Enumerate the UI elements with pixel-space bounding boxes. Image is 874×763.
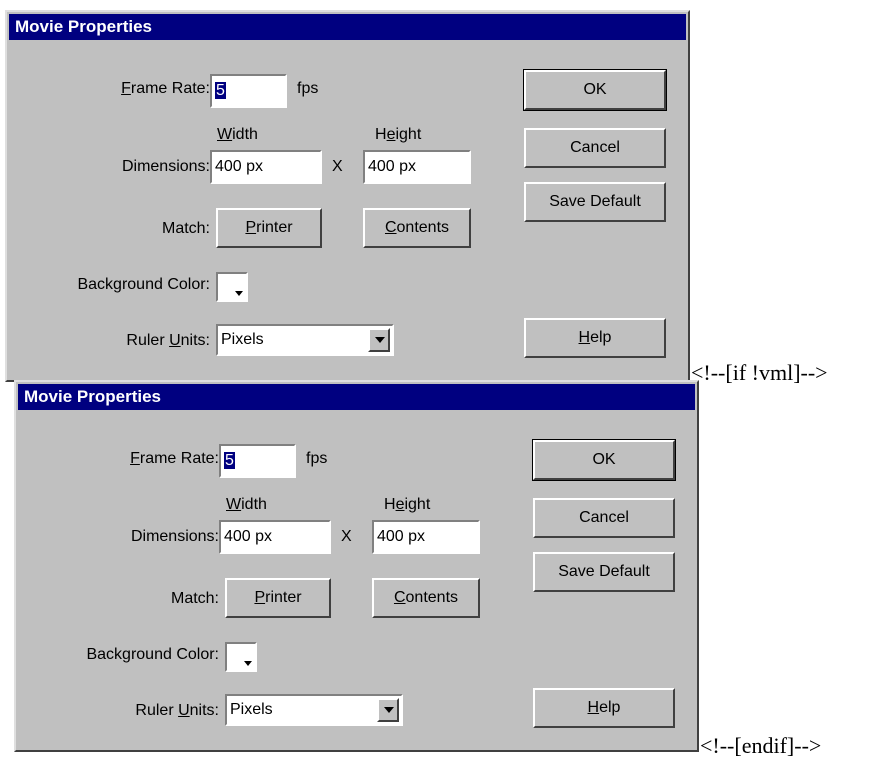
match-label: Match: xyxy=(161,220,210,237)
dropdown-arrow-icon[interactable] xyxy=(368,328,390,352)
background-color-label: Background Color: xyxy=(86,646,219,663)
ruler-units-select[interactable]: Pixels xyxy=(225,694,403,726)
cancel-button[interactable]: Cancel xyxy=(524,128,666,168)
save-default-button[interactable]: Save Default xyxy=(533,552,675,592)
match-printer-button[interactable]: Printer xyxy=(225,578,331,618)
match-contents-button[interactable]: Contents xyxy=(363,208,471,248)
height-label: Height xyxy=(375,126,422,143)
help-button[interactable]: Help xyxy=(533,688,675,728)
conditional-comment-if-vml: <!--[if !vml]--> xyxy=(691,360,828,385)
dimension-separator: X xyxy=(332,158,343,175)
save-default-button[interactable]: Save Default xyxy=(524,182,666,222)
dimension-separator: X xyxy=(341,528,352,545)
dimensions-label: Dimensions: xyxy=(121,158,210,175)
match-label: Match: xyxy=(170,590,219,607)
background-color-swatch[interactable] xyxy=(216,272,248,302)
frame-rate-label: Frame Rate: xyxy=(130,450,219,467)
height-label: Height xyxy=(384,496,431,513)
cancel-button[interactable]: Cancel xyxy=(533,498,675,538)
chevron-down-icon xyxy=(244,661,252,666)
frame-rate-label: Frame Rate: xyxy=(121,80,210,97)
width-input[interactable]: 400 px xyxy=(219,520,331,554)
ruler-units-label: Ruler Units: xyxy=(135,702,219,719)
dropdown-arrow-icon[interactable] xyxy=(377,698,399,722)
ok-button[interactable]: OK xyxy=(532,439,676,481)
movie-properties-dialog: Movie Properties Frame Rate: 5 fps Width… xyxy=(5,10,690,382)
ruler-units-select[interactable]: Pixels xyxy=(216,324,394,356)
width-input[interactable]: 400 px xyxy=(210,150,322,184)
conditional-comment-endif: <!--[endif]--> xyxy=(700,733,822,758)
dimensions-label: Dimensions: xyxy=(130,528,219,545)
height-input[interactable]: 400 px xyxy=(372,520,480,554)
background-color-label: Background Color: xyxy=(77,276,210,293)
width-label: Width xyxy=(217,126,258,143)
chevron-down-icon xyxy=(235,291,243,296)
ruler-units-label: Ruler Units: xyxy=(126,332,210,349)
dialog-title: Movie Properties xyxy=(9,14,686,40)
background-color-swatch[interactable] xyxy=(225,642,257,672)
movie-properties-dialog: Movie Properties Frame Rate: 5 fps Width… xyxy=(14,380,699,752)
match-printer-button[interactable]: Printer xyxy=(216,208,322,248)
frame-rate-input[interactable]: 5 xyxy=(219,444,296,478)
help-button[interactable]: Help xyxy=(524,318,666,358)
fps-unit-label: fps xyxy=(306,450,328,467)
height-input[interactable]: 400 px xyxy=(363,150,471,184)
dialog-title: Movie Properties xyxy=(18,384,695,410)
fps-unit-label: fps xyxy=(297,80,319,97)
width-label: Width xyxy=(226,496,267,513)
ok-button[interactable]: OK xyxy=(523,69,667,111)
match-contents-button[interactable]: Contents xyxy=(372,578,480,618)
frame-rate-input[interactable]: 5 xyxy=(210,74,287,108)
